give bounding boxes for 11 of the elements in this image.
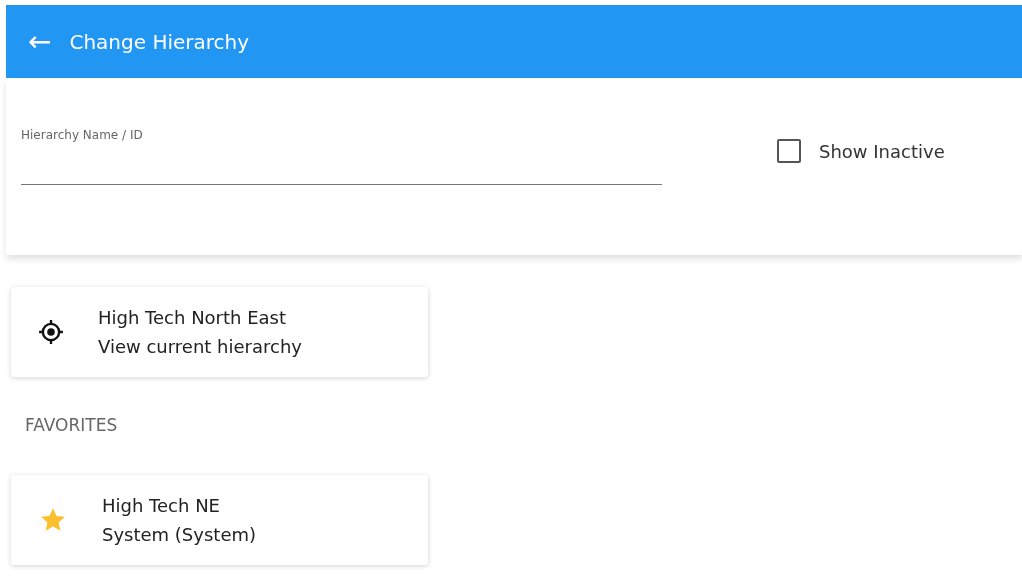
page-title: Change Hierarchy: [69, 29, 250, 54]
hierarchy-search-field[interactable]: Hierarchy Name / ID: [21, 128, 662, 185]
section-heading: FAVORITES: [24, 414, 119, 437]
hierarchy-name: High Tech North East: [98, 307, 288, 328]
current-hierarchy-card[interactable]: High Tech North East View current hierarchy: [11, 287, 428, 377]
hierarchy-subtitle: View current hierarchy: [98, 336, 302, 357]
favorite-card[interactable]: High Tech NE System (System): [11, 475, 428, 565]
field-label: Hierarchy Name / ID: [21, 128, 144, 142]
hierarchy-subtitle: System (System): [102, 524, 256, 545]
hierarchy-name: High Tech NE: [102, 495, 221, 516]
target-icon: [38, 319, 64, 345]
